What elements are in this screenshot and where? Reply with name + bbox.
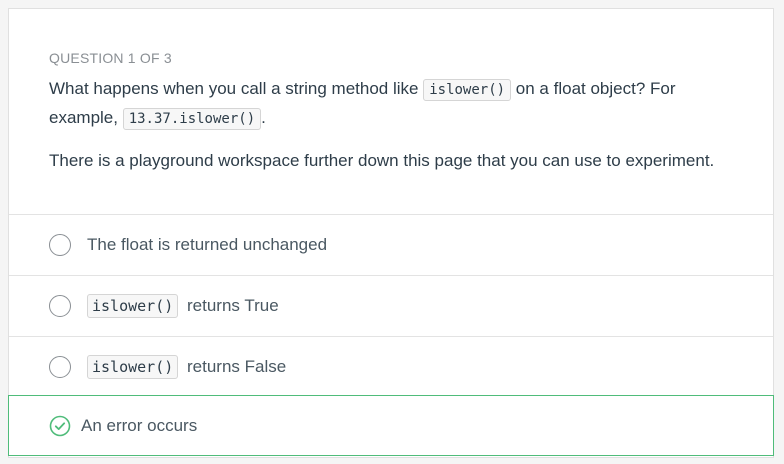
answer-option-label: islower() returns False — [87, 355, 287, 379]
radio-button[interactable] — [49, 234, 71, 256]
question-hint: There is a playground workspace further … — [49, 151, 715, 170]
radio-button[interactable] — [49, 295, 71, 317]
answer-option[interactable]: islower() returns False — [9, 337, 773, 398]
inline-code: islower() — [87, 294, 179, 318]
answer-option-text: returns True — [182, 296, 279, 315]
answer-option-correct[interactable]: An error occurs — [8, 395, 774, 456]
question-counter: QUESTION 1 OF 3 — [49, 50, 172, 66]
radio-button[interactable] — [49, 356, 71, 378]
question-text: What happens when you call a string meth… — [49, 75, 733, 133]
answer-option-label: The float is returned unchanged — [87, 235, 328, 254]
answer-option-text: returns False — [182, 357, 287, 376]
question-text-part: What happens when you call a string meth… — [49, 79, 424, 98]
question-section: QUESTION 1 OF 3 What happens when you ca… — [9, 9, 773, 215]
answer-option[interactable]: islower() returns True — [9, 276, 773, 337]
inline-code: islower() — [87, 355, 179, 379]
quiz-card: QUESTION 1 OF 3 What happens when you ca… — [8, 8, 774, 458]
answer-option-label: An error occurs — [81, 415, 198, 435]
inline-code: islower() — [423, 79, 512, 101]
question-text-part: . — [261, 108, 266, 127]
answer-option[interactable]: The float is returned unchanged — [9, 215, 773, 276]
inline-code: 13.37.islower() — [122, 108, 262, 130]
answer-option-label: islower() returns True — [87, 294, 279, 318]
check-circle-icon — [49, 415, 71, 436]
